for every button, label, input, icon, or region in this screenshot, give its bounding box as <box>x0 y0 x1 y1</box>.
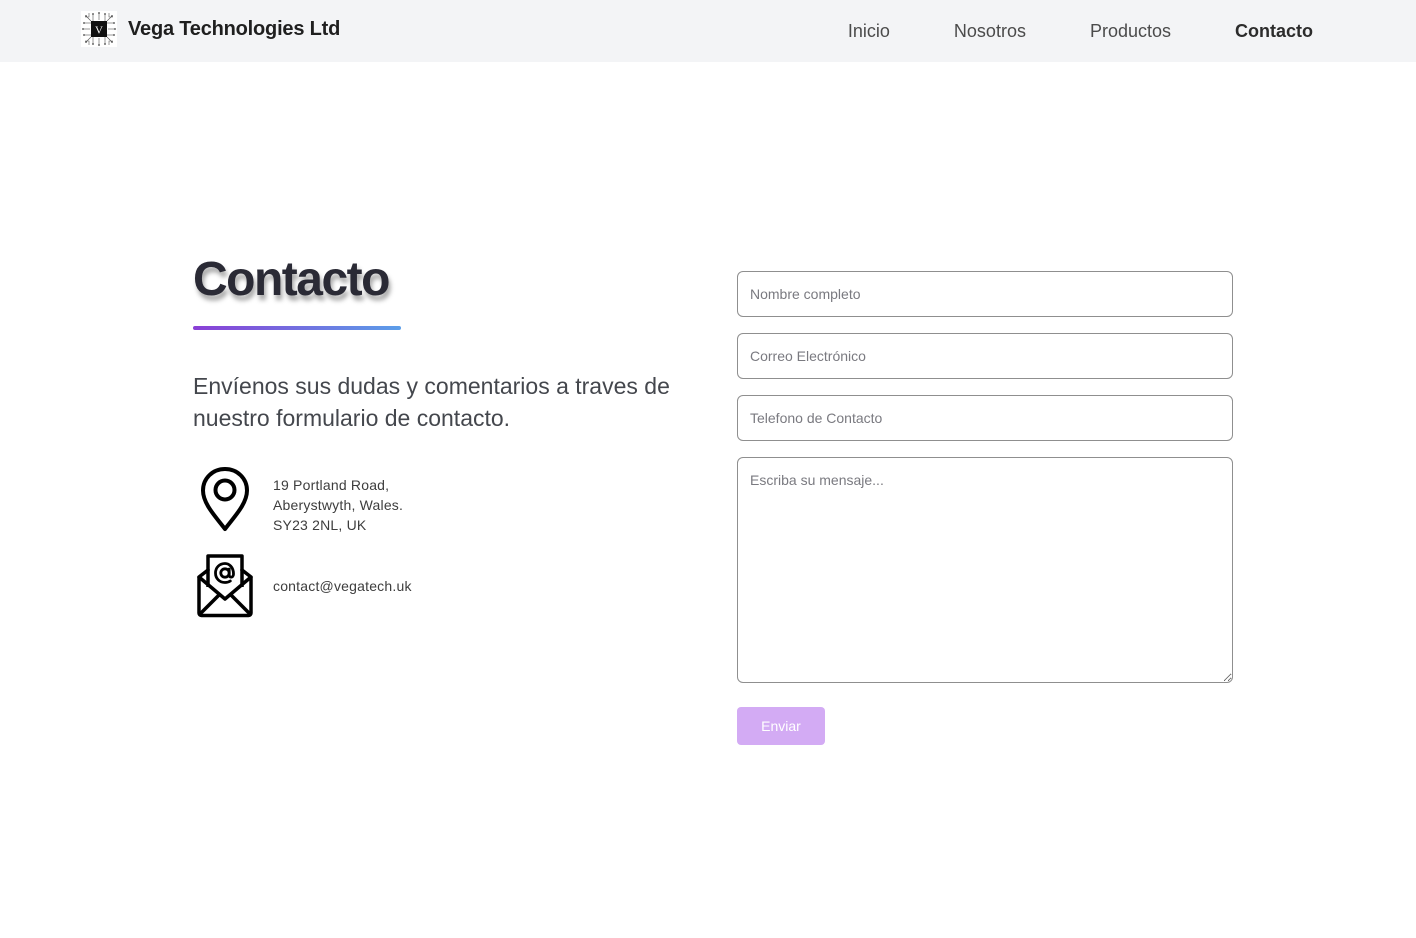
nav-link-productos[interactable]: Productos <box>1090 21 1171 42</box>
address-block: 19 Portland Road, Aberystwyth, Wales. SY… <box>193 466 683 535</box>
main-nav: Inicio Nosotros Productos Contacto <box>848 0 1313 62</box>
intro-text: Envíenos sus dudas y comentarios a trave… <box>193 373 670 431</box>
submit-button[interactable]: Enviar <box>737 707 825 745</box>
phone-field[interactable] <box>737 395 1233 441</box>
page-title: Contacto <box>193 253 390 306</box>
nav-link-nosotros[interactable]: Nosotros <box>954 21 1026 42</box>
contact-form: Enviar <box>737 271 1233 745</box>
title-underline <box>193 326 401 330</box>
brand[interactable]: V Vega Technologies Ltd <box>81 11 340 47</box>
address-line: Aberystwyth, Wales. <box>273 497 404 513</box>
nav-link-inicio[interactable]: Inicio <box>848 21 890 42</box>
map-pin-icon <box>193 466 257 532</box>
address-line: SY23 2NL, UK <box>273 517 367 533</box>
logo-icon: V <box>81 11 117 47</box>
email-block: contact@vegatech.uk <box>193 553 683 619</box>
nav-link-contacto[interactable]: Contacto <box>1235 21 1313 42</box>
full-name-field[interactable] <box>737 271 1233 317</box>
site-header: V Vega Technologies Ltd Inicio Nosotros … <box>0 0 1416 62</box>
message-field[interactable] <box>737 457 1233 683</box>
address-text: 19 Portland Road, Aberystwyth, Wales. SY… <box>273 475 403 535</box>
logo-letter: V <box>95 25 103 37</box>
envelope-at-icon <box>193 553 257 619</box>
contact-info: Contacto Envíenos sus dudas y comentario… <box>193 250 683 619</box>
brand-name[interactable]: Vega Technologies Ltd <box>128 18 340 41</box>
email-text[interactable]: contact@vegatech.uk <box>273 576 412 596</box>
email-field[interactable] <box>737 333 1233 379</box>
address-line: 19 Portland Road, <box>273 477 390 493</box>
